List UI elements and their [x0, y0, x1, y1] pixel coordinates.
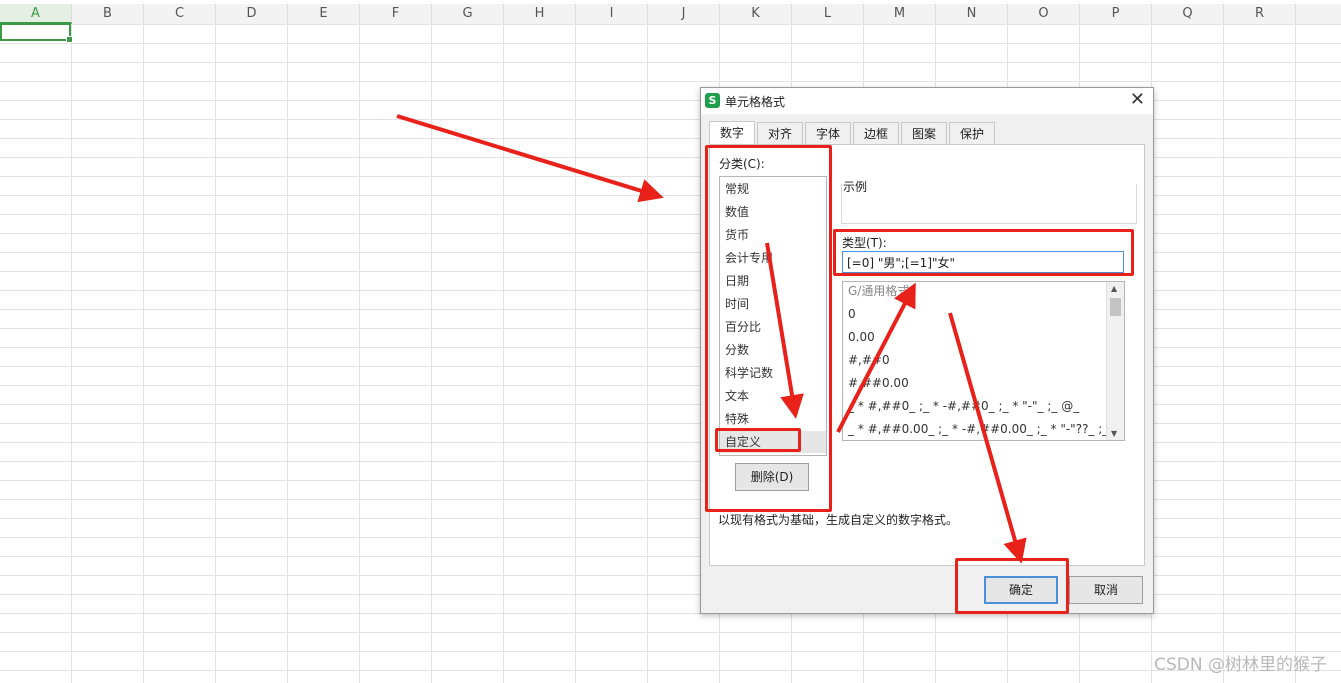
- arrow-to-dialog: [396, 114, 664, 203]
- arrow-to-type: [836, 282, 916, 433]
- arrow-to-ok: [948, 312, 1027, 564]
- annotation-arrows: [396, 114, 1027, 564]
- watermark: CSDN @树林里的猴子: [1154, 655, 1327, 675]
- arrow-to-custom: [765, 242, 804, 419]
